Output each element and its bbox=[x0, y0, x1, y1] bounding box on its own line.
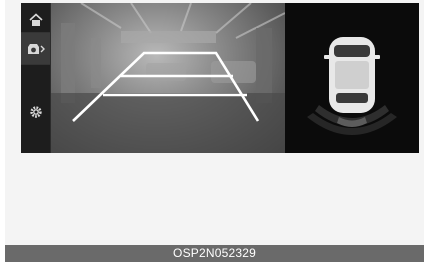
camera-view-button[interactable] bbox=[21, 33, 50, 65]
home-icon bbox=[28, 12, 43, 26]
settings-button[interactable] bbox=[21, 98, 50, 126]
infotainment-screen bbox=[21, 3, 419, 153]
figure-caption: OSP2N052329 bbox=[5, 245, 424, 262]
camera-scene bbox=[51, 3, 286, 153]
camera-view-icon bbox=[27, 43, 45, 54]
home-button[interactable] bbox=[21, 7, 50, 33]
vehicle-top-view bbox=[307, 37, 397, 135]
settings-icon bbox=[29, 106, 42, 118]
vehicle-icon bbox=[324, 37, 380, 113]
sidebar bbox=[21, 3, 51, 153]
parking-sensor-view bbox=[285, 3, 419, 153]
rear-camera-view bbox=[51, 3, 286, 153]
